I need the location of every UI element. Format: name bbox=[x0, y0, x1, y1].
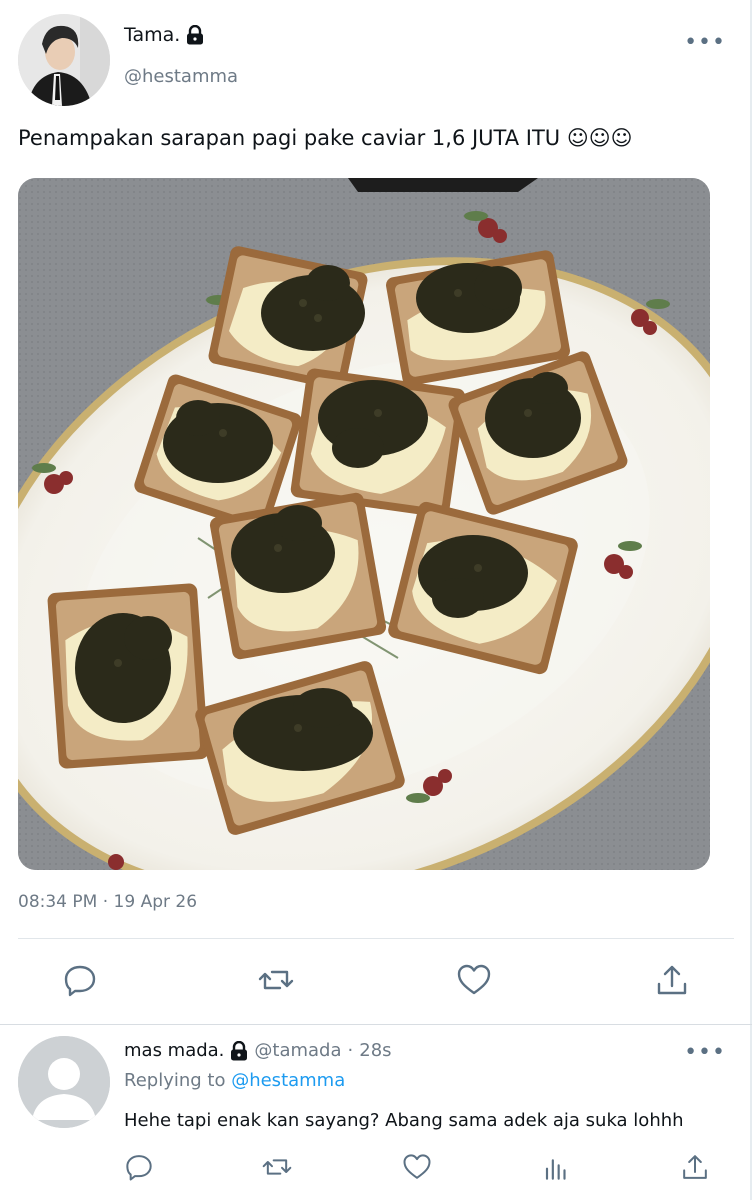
replying-to: Replying to @hestamma bbox=[124, 1070, 345, 1091]
reply-actions bbox=[0, 1152, 752, 1188]
author-avatar[interactable] bbox=[18, 14, 110, 106]
reply-more-options-button[interactable]: ••• bbox=[684, 1040, 726, 1065]
analytics-icon bbox=[545, 1159, 566, 1180]
meta-separator: · bbox=[102, 892, 109, 912]
reply-separator bbox=[0, 1024, 752, 1025]
reply-button[interactable] bbox=[62, 962, 98, 998]
reply-reply-button[interactable] bbox=[124, 1152, 154, 1182]
reply-retweet-button[interactable] bbox=[262, 1152, 292, 1182]
share-icon bbox=[657, 965, 687, 995]
reply-separator-dot: · bbox=[347, 1040, 354, 1061]
replying-to-prefix: Replying to bbox=[124, 1070, 232, 1091]
author-handle[interactable]: @hestamma bbox=[124, 66, 238, 87]
reply-icon bbox=[64, 965, 96, 997]
share-button[interactable] bbox=[654, 962, 690, 998]
tweet-text: Penampakan sarapan pagi pake caviar 1,6 … bbox=[18, 126, 633, 150]
tweet-timestamp[interactable]: 08:34 PM · 19 Apr 26 bbox=[18, 892, 197, 912]
like-icon bbox=[403, 1154, 431, 1179]
breakfast-photo bbox=[18, 178, 710, 870]
reply-author-avatar[interactable] bbox=[18, 1036, 110, 1128]
reply-age[interactable]: 28s bbox=[359, 1040, 391, 1061]
retweet-icon bbox=[258, 970, 294, 990]
share-icon bbox=[683, 1155, 707, 1179]
lock-icon bbox=[231, 1040, 248, 1060]
retweet-icon bbox=[262, 1159, 292, 1175]
reply-text: Hehe tapi enak kan sayang? Abang sama ad… bbox=[124, 1110, 684, 1131]
reply-author-name[interactable]: mas mada. bbox=[124, 1040, 224, 1061]
tweet-time: 08:34 PM bbox=[18, 892, 98, 912]
reply-analytics-button[interactable] bbox=[542, 1152, 572, 1182]
like-button[interactable] bbox=[456, 962, 492, 998]
tweet-actions bbox=[0, 960, 752, 1000]
lock-icon bbox=[187, 25, 204, 45]
reply-header: mas mada. @tamada · 28s bbox=[124, 1040, 392, 1061]
like-icon bbox=[457, 964, 491, 995]
author-name-row[interactable]: Tama. bbox=[124, 24, 204, 46]
tweet-date: 19 Apr 26 bbox=[113, 892, 198, 912]
reply-share-button[interactable] bbox=[680, 1152, 710, 1182]
tweet-media-photo[interactable] bbox=[18, 178, 710, 870]
more-options-button[interactable]: ••• bbox=[684, 30, 726, 55]
replying-to-link[interactable]: @hestamma bbox=[231, 1070, 345, 1091]
reply-like-button[interactable] bbox=[402, 1152, 432, 1182]
divider bbox=[18, 938, 734, 939]
author-avatar-image bbox=[18, 14, 110, 106]
reply-author-handle[interactable]: @tamada bbox=[254, 1040, 341, 1061]
retweet-button[interactable] bbox=[258, 962, 294, 998]
default-avatar-icon bbox=[18, 1036, 110, 1128]
reply-icon bbox=[126, 1155, 152, 1181]
author-name[interactable]: Tama. bbox=[124, 24, 180, 46]
